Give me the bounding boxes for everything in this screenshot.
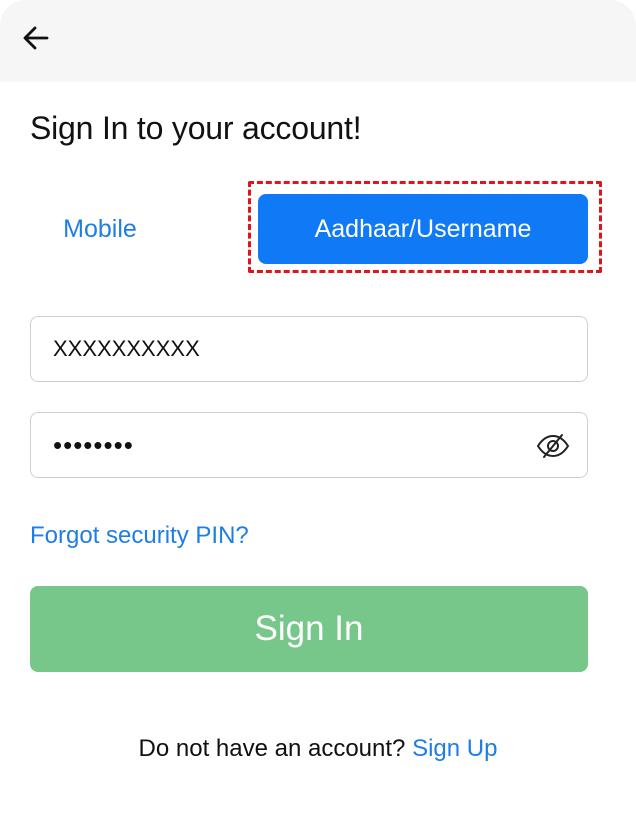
back-button[interactable] (16, 18, 56, 58)
arrow-left-icon (23, 26, 49, 50)
sign-up-link[interactable]: Sign Up (412, 735, 497, 762)
top-app-bar (0, 0, 636, 82)
eye-slash-icon (536, 434, 570, 458)
password-field[interactable]: •••••••• (30, 412, 588, 478)
tab-aadhaar-username[interactable]: Aadhaar/Username (258, 194, 588, 264)
password-input[interactable]: •••••••• (53, 413, 134, 477)
sign-in-button[interactable]: Sign In (30, 586, 588, 672)
username-field[interactable] (30, 316, 588, 382)
page-title: Sign In to your account! (30, 110, 362, 146)
tab-mobile[interactable]: Mobile (30, 194, 170, 264)
signup-prompt: Do not have an account? Sign Up (0, 735, 636, 763)
password-visibility-toggle[interactable] (535, 431, 571, 461)
forgot-pin-link[interactable]: Forgot security PIN? (30, 522, 249, 550)
username-input[interactable] (53, 317, 523, 381)
signup-prompt-text: Do not have an account? (138, 735, 413, 762)
